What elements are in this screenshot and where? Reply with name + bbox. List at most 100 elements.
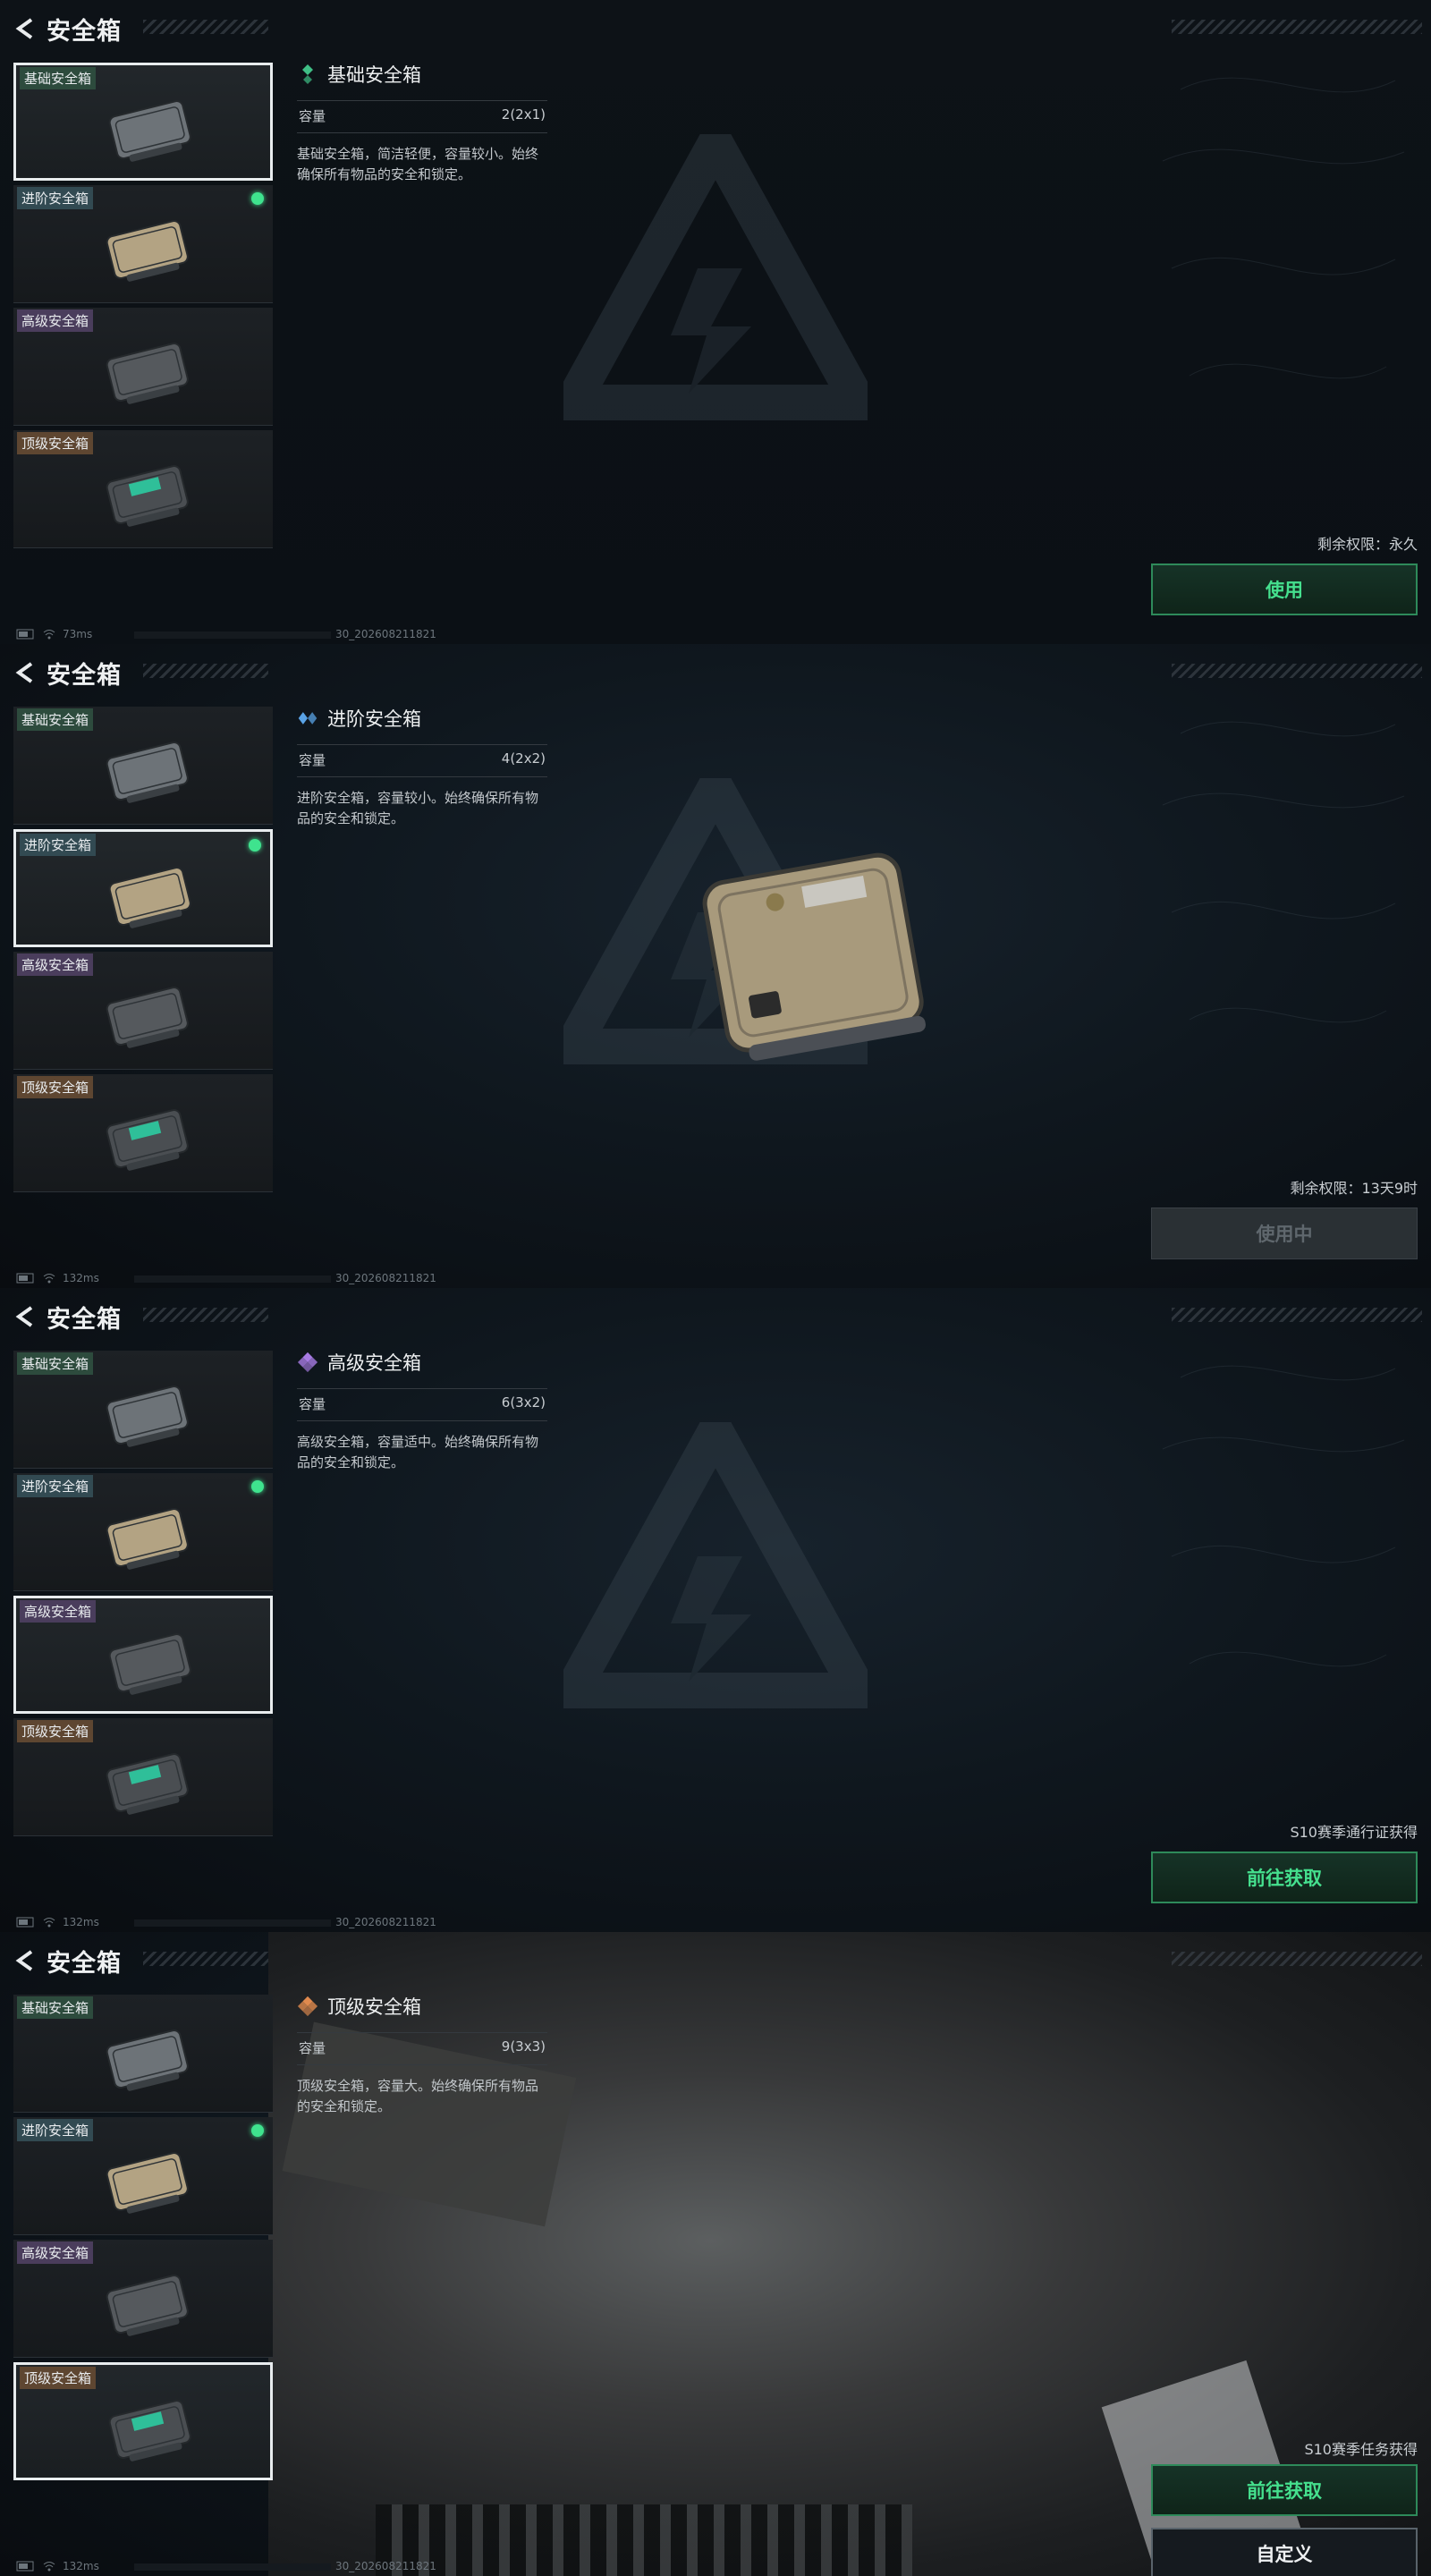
case-tier-label: 基础安全箱	[17, 1996, 94, 2019]
capacity-value: 4(2x2)	[501, 750, 546, 767]
back-button[interactable]	[13, 659, 38, 686]
case-list-item-basic[interactable]: 基础安全箱	[13, 1995, 273, 2113]
access-duration-text: S10赛季任务获得	[1304, 2441, 1418, 2458]
back-button[interactable]	[13, 1947, 38, 1974]
case-description: 基础安全箱，简洁轻便，容量较小。始终确保所有物品的安全和锁定。	[297, 146, 539, 182]
safe-case-screen-1: 安全箱 基础安全箱 进阶安全箱 高级安全箱 顶级安全箱 基础安全箱 容量 2(2…	[0, 0, 1431, 644]
action-button-1[interactable]: 前往获取	[1151, 2464, 1418, 2516]
safe-case-thumbnail	[106, 1385, 189, 1447]
case-name: 进阶安全箱	[327, 708, 421, 730]
back-button[interactable]	[13, 15, 38, 42]
wifi-icon	[43, 2562, 55, 2572]
action-button-1: 使用中	[1151, 1208, 1418, 1259]
page-header: 安全箱	[13, 1299, 122, 1335]
case-list-item-top[interactable]: 顶级安全箱	[13, 1074, 273, 1192]
equipped-status-dot-icon	[251, 1480, 264, 1493]
battery-icon	[16, 629, 34, 640]
diamond-quality-icon	[297, 1352, 318, 1373]
case-tier-label: 进阶安全箱	[17, 2119, 94, 2141]
case-list-item-high[interactable]: 高级安全箱	[13, 308, 273, 426]
case-list-item-basic[interactable]: 基础安全箱	[13, 1351, 273, 1469]
faction-logo-watermark	[563, 1422, 868, 1708]
safe-case-thumbnail	[106, 987, 189, 1048]
case-list-item-high[interactable]: 高级安全箱	[13, 1596, 273, 1714]
case-description: 顶级安全箱，容量大。始终确保所有物品的安全和锁定。	[297, 2078, 539, 2114]
chevron-left-icon	[15, 18, 33, 39]
access-duration-text: 剩余权限：永久	[1317, 536, 1418, 553]
safe-case-thumbnail	[106, 465, 189, 527]
wifi-icon	[43, 630, 55, 640]
case-tier-label: 顶级安全箱	[17, 1076, 94, 1098]
build-id: 30_202608211821	[335, 1916, 436, 1928]
case-list-item-top[interactable]: 顶级安全箱	[13, 1718, 273, 1836]
status-bar-decoration	[134, 1275, 331, 1283]
ping-value: 132ms	[63, 2560, 99, 2572]
wifi-icon	[43, 1274, 55, 1284]
battery-icon	[16, 1917, 34, 1928]
diamond-quality-icon	[297, 1996, 318, 2017]
status-bar-decoration	[134, 631, 331, 639]
case-tier-label: 基础安全箱	[17, 1352, 94, 1375]
safe-case-thumbnail	[106, 1508, 189, 1570]
capacity-label: 容量	[299, 1396, 326, 1412]
network-status: 73ms	[16, 628, 92, 640]
header-stripe-decoration	[1172, 664, 1422, 678]
wifi-icon	[43, 1918, 55, 1928]
case-list-item-adv[interactable]: 进阶安全箱	[13, 2117, 273, 2235]
build-id: 30_202608211821	[335, 2560, 436, 2572]
status-bar-decoration	[134, 2563, 331, 2571]
ping-value: 132ms	[63, 1916, 99, 1928]
safe-case-thumbnail	[106, 343, 189, 404]
capacity-label: 容量	[299, 108, 326, 124]
equipped-status-dot-icon	[251, 2124, 264, 2137]
action-button-2[interactable]: 自定义	[1151, 2528, 1418, 2576]
action-button-1[interactable]: 使用	[1151, 564, 1418, 615]
case-list-item-high[interactable]: 高级安全箱	[13, 952, 273, 1070]
capacity-value: 6(3x2)	[501, 1394, 546, 1411]
case-list-item-top[interactable]: 顶级安全箱	[13, 2362, 273, 2480]
case-list-item-basic[interactable]: 基础安全箱	[13, 707, 273, 825]
case-description: 高级安全箱，容量适中。始终确保所有物品的安全和锁定。	[297, 1434, 539, 1470]
safe-case-screen-4: 安全箱 基础安全箱 进阶安全箱 高级安全箱 顶级安全箱 顶级安全箱 容量 9(3…	[0, 1932, 1431, 2576]
safe-case-thumbnail	[108, 1633, 191, 1695]
equipped-status-dot-icon	[251, 192, 264, 205]
safe-case-list: 基础安全箱 进阶安全箱 高级安全箱 顶级安全箱	[13, 63, 273, 553]
safe-case-thumbnail	[106, 1109, 189, 1171]
capacity-row: 容量 9(3x3)	[297, 2032, 547, 2065]
capacity-row: 容量 4(2x2)	[297, 744, 547, 777]
case-info-panel: 进阶安全箱 容量 4(2x2) 进阶安全箱，容量较小。始终确保所有物品的安全和锁…	[297, 705, 547, 829]
safe-case-thumbnail	[108, 100, 191, 162]
ping-value: 73ms	[63, 628, 93, 640]
case-name: 基础安全箱	[327, 64, 421, 86]
page-title: 安全箱	[47, 1305, 122, 1334]
battery-icon	[16, 2561, 34, 2572]
case-info-panel: 顶级安全箱 容量 9(3x3) 顶级安全箱，容量大。始终确保所有物品的安全和锁定…	[297, 1993, 547, 2117]
chevron-left-icon	[15, 1950, 33, 1971]
case-info-panel: 高级安全箱 容量 6(3x2) 高级安全箱，容量适中。始终确保所有物品的安全和锁…	[297, 1349, 547, 1473]
case-list-item-adv[interactable]: 进阶安全箱	[13, 185, 273, 303]
header-stripe-decoration	[1172, 20, 1422, 34]
case-list-item-high[interactable]: 高级安全箱	[13, 2240, 273, 2358]
case-list-item-adv[interactable]: 进阶安全箱	[13, 1473, 273, 1591]
case-tier-label: 基础安全箱	[20, 67, 97, 89]
network-status: 132ms	[16, 1272, 99, 1284]
app-root: 安全箱 基础安全箱 进阶安全箱 高级安全箱 顶级安全箱 基础安全箱 容量 2(2…	[0, 0, 1431, 2576]
page-title: 安全箱	[47, 1949, 122, 1978]
case-list-item-adv[interactable]: 进阶安全箱	[13, 829, 273, 947]
header-stripe-decoration	[143, 20, 268, 34]
page-header: 安全箱	[13, 1943, 122, 1979]
page-title: 安全箱	[47, 17, 122, 46]
page-header: 安全箱	[13, 655, 122, 691]
case-list-item-top[interactable]: 顶级安全箱	[13, 430, 273, 548]
action-button-1[interactable]: 前往获取	[1151, 1852, 1418, 1903]
case-tier-label: 高级安全箱	[17, 2241, 94, 2264]
page-title: 安全箱	[47, 661, 122, 690]
back-button[interactable]	[13, 1303, 38, 1330]
build-id: 30_202608211821	[335, 1272, 436, 1284]
case-tier-label: 进阶安全箱	[20, 834, 97, 856]
case-tier-label: 顶级安全箱	[17, 1720, 94, 1742]
network-status: 132ms	[16, 2560, 99, 2572]
vent-grate-prop	[376, 2504, 912, 2576]
safe-case-screen-3: 安全箱 基础安全箱 进阶安全箱 高级安全箱 顶级安全箱 高级安全箱 容量 6(3…	[0, 1288, 1431, 1932]
case-list-item-basic[interactable]: 基础安全箱	[13, 63, 273, 181]
